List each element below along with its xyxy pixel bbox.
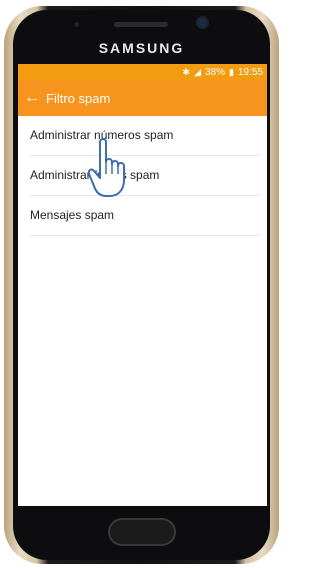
back-arrow-icon[interactable]: ← <box>18 89 46 107</box>
signal-icon: ◢ <box>194 66 201 77</box>
home-button[interactable] <box>110 520 174 544</box>
phone-screen: ✱ ◢ 38% ▮ 19:55 ← Filtro spam Administra… <box>18 64 267 506</box>
battery-percent: 38% <box>205 66 226 78</box>
status-bar: ✱ ◢ 38% ▮ 19:55 <box>18 64 267 80</box>
clock: 19:55 <box>237 66 263 78</box>
earpiece-speaker <box>114 22 168 27</box>
battery-icon: ▮ <box>229 66 234 77</box>
proximity-sensor <box>74 22 79 27</box>
pointer-hand-icon <box>87 138 125 197</box>
list-item-manage-spam-phrases[interactable]: Administrar frases spam <box>30 156 260 196</box>
front-camera <box>198 18 207 27</box>
app-bar: ← Filtro spam <box>18 80 267 116</box>
bluetooth-icon: ✱ <box>182 66 191 77</box>
settings-list: Administrar números spam Administrar fra… <box>18 116 267 236</box>
brand-logo: SAMSUNG <box>98 40 185 56</box>
list-item-spam-messages[interactable]: Mensajes spam <box>30 196 260 236</box>
page-title: Filtro spam <box>46 90 111 106</box>
list-item-manage-spam-numbers[interactable]: Administrar números spam <box>30 116 260 156</box>
